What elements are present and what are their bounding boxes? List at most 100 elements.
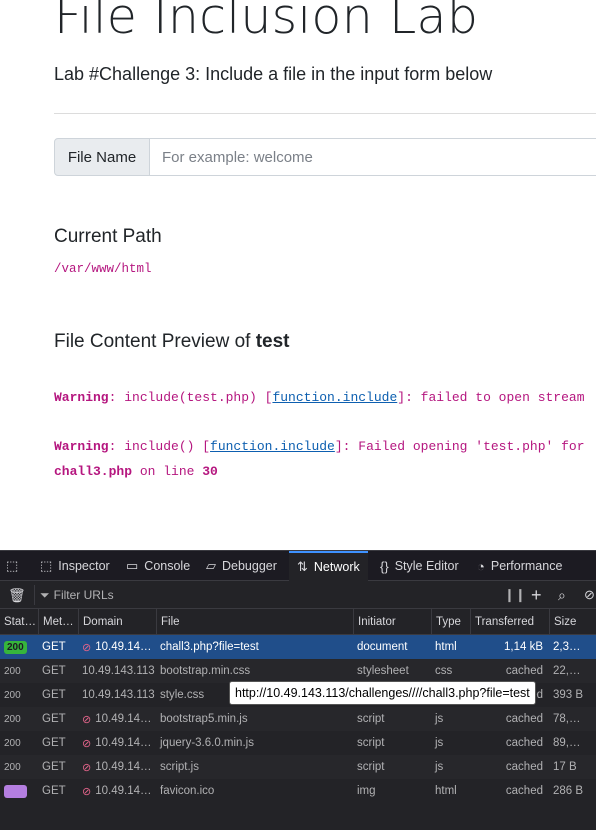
file-cell: script.js [160,761,199,773]
request-row[interactable]: 200 GET ⊘ 10.49.14… bootstrap5.min.js scr… [0,707,596,731]
request-row[interactable]: 200 GET ⊘ 10.49.14… jquery-3.6.0.min.js s… [0,731,596,755]
col-method[interactable]: Met… [38,609,78,635]
transferred-cell: cached [505,785,543,797]
file-cell: chall3.php?file=test [160,641,259,653]
tab-label: Debugger [222,559,277,573]
tab-network[interactable]: ⇅ Network [289,551,368,581]
transferred-cell: cached [505,761,543,773]
tab-label: Network [313,560,360,574]
domain-cell: 10.49.143.113 [82,665,155,677]
size-cell: 78,… [553,713,581,725]
domain-cell: 10.49.14… [95,785,152,797]
domain-cell: 10.49.14… [95,761,152,773]
domain-cell: 10.49.14… [95,641,152,653]
web-page: File Inclusion Lab Lab #Challenge 3: Inc… [0,0,596,548]
tab-label: Performance [490,559,563,573]
type-cell: js [435,713,444,725]
col-status[interactable]: Stat… [0,609,38,635]
file-cell: bootstrap.min.css [160,665,251,677]
tab-style-editor[interactable]: {} Style Editor [380,551,459,581]
size-cell: 17 B [553,761,577,773]
devtools-tabbar: ⬚ ⬚ Inspector ▭ Console ▱ Debugger ⇅ Network… [0,550,596,581]
filter-urls-input[interactable]: ⏷ Filter URLs [40,581,440,609]
function-include-link[interactable]: function.include [210,439,335,454]
request-row[interactable]: 404 GET ⊘ 10.49.14… favicon.ico img html … [0,779,596,803]
search-icon[interactable]: ⌕ [558,581,566,609]
warning-label: Warning [54,439,109,454]
col-transferred[interactable]: Transferred [470,609,549,635]
warning-text: : include() [ [108,439,211,454]
transferred-cell: 1,14 kB [504,641,543,653]
status-code: 200 [4,665,21,677]
method-cell: GET [42,761,66,773]
domain-cell: 10.49.14… [95,713,152,725]
tab-label: Style Editor [394,559,459,573]
tab-console[interactable]: ▭ Console [126,551,190,581]
console-icon: ▭ [126,558,139,573]
method-cell: GET [42,785,66,797]
url-tooltip: http://10.49.143.113/challenges////chall… [229,681,536,705]
method-cell: GET [42,737,66,749]
status-code: 200 [4,689,21,701]
tab-inspector[interactable]: ⬚ Inspector [40,551,110,581]
warning-label: Warning [54,390,109,405]
warning-line-number: 30 [202,464,218,479]
request-row[interactable]: 200 GET ⊘ 10.49.14… script.js script js c… [0,755,596,779]
request-row[interactable]: 200 GET 10.49.143.113 bootstrap.min.css … [0,659,596,683]
size-cell: 286 B [553,785,584,797]
size-cell: 22,… [553,665,581,677]
size-cell: 2,3… [553,641,581,653]
function-include-link[interactable]: function.include [272,390,397,405]
size-cell: 89,… [553,737,581,749]
warning-text: on line [132,464,203,479]
tracking-protection-icon: ⊘ [82,737,92,750]
tracking-protection-icon: ⊘ [82,785,92,798]
tab-label: Console [144,559,191,573]
type-cell: html [435,785,457,797]
status-badge: 404 [4,784,27,798]
debugger-icon: ▱ [206,558,216,573]
trash-icon[interactable]: 🗑 [8,581,26,609]
size-cell: 393 B [553,689,584,701]
element-picker-icon[interactable]: ⬚ [6,551,24,581]
status-code: 200 [4,737,21,749]
col-initiator[interactable]: Initiator [353,609,431,635]
block-icon[interactable]: ⊘ [584,581,595,609]
pause-icon[interactable]: ❙❙ [504,581,526,609]
network-toolbar: 🗑 ⏷ Filter URLs ❙❙ + ⌕ ⊘ [0,581,596,609]
method-cell: GET [42,641,66,653]
initiator-cell: script [357,713,385,725]
tracking-protection-icon: ⊘ [82,641,92,654]
col-size[interactable]: Size [549,609,596,635]
divider [54,113,596,114]
request-row[interactable]: 200 GET ⊘ 10.49.14… chall3.php?file=test … [0,635,596,659]
network-icon: ⇅ [297,559,308,574]
initiator-cell: stylesheet [357,665,409,677]
type-cell: css [435,665,453,677]
warning-text: ]: Failed opening 'test.php' for [334,439,585,454]
transferred-cell: cached [505,713,543,725]
col-type[interactable]: Type [431,609,470,635]
tab-label: Inspector [58,559,110,573]
transferred-cell: cached [505,665,543,677]
method-cell: GET [42,689,66,701]
file-cell: jquery-3.6.0.min.js [160,737,254,749]
type-cell: js [435,737,444,749]
warning-1: Warning: include(test.php) [function.inc… [54,390,585,405]
file-name-label: File Name [54,138,150,176]
preview-heading-file: test [255,331,290,352]
add-icon[interactable]: + [531,581,542,609]
initiator-cell: script [357,737,385,749]
warning-2-line: chall3.php on line 30 [54,464,218,479]
file-name-input[interactable] [150,138,596,176]
warning-file: chall3.php [54,464,133,479]
tab-performance[interactable]: ◔ Performance [477,551,562,581]
inspector-icon: ⬚ [40,558,53,573]
initiator-cell: img [357,785,376,797]
status-code: 200 [4,761,21,773]
col-domain[interactable]: Domain [78,609,156,635]
col-file[interactable]: File [156,609,353,635]
tab-debugger[interactable]: ▱ Debugger [206,551,277,581]
initiator-cell: script [357,761,385,773]
preview-heading: File Content Preview of test [54,331,290,353]
